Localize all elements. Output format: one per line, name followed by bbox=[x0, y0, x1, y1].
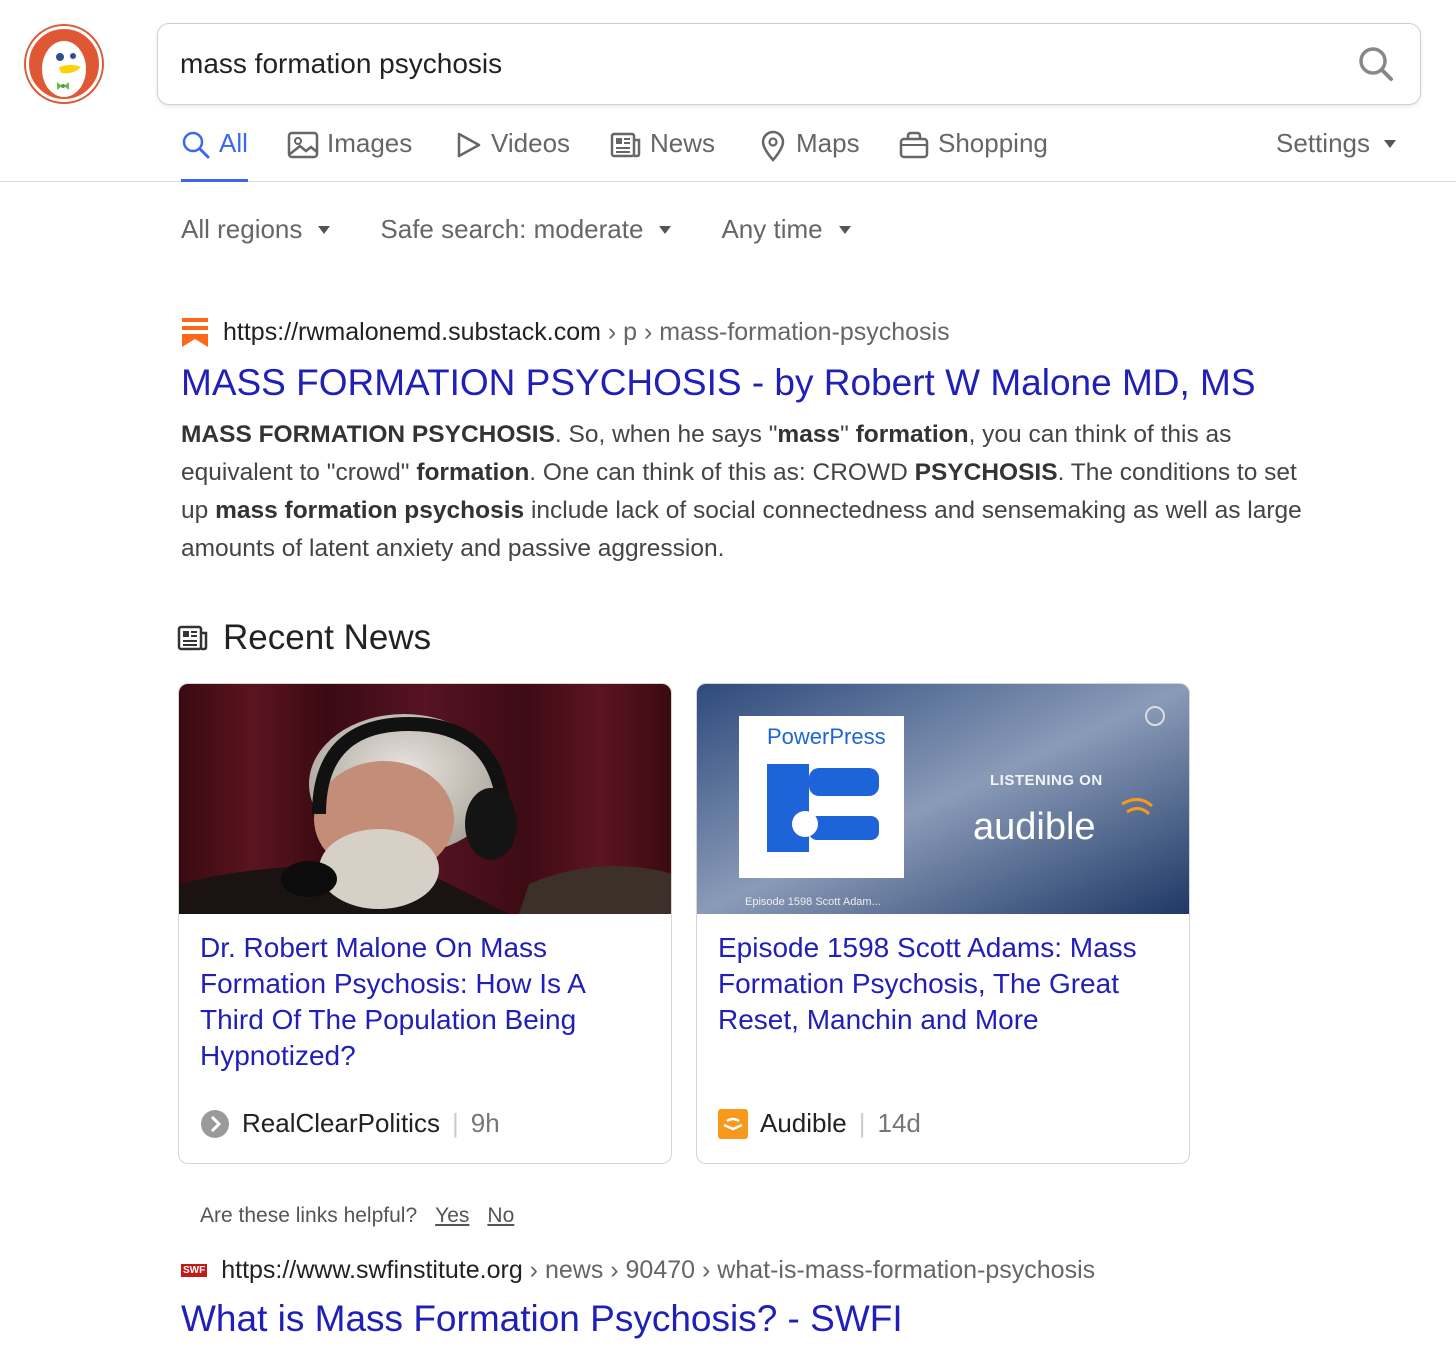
feedback-no-link[interactable]: No bbox=[487, 1204, 514, 1228]
snippet-segment: " bbox=[840, 421, 856, 448]
newspaper-icon bbox=[177, 625, 208, 651]
listening-on-label: LISTENING ON bbox=[990, 772, 1103, 789]
snippet-segment: MASS FORMATION PSYCHOSIS bbox=[181, 421, 555, 448]
recent-news-heading: Recent News bbox=[177, 618, 431, 658]
tab-all-label: All bbox=[219, 128, 248, 158]
feedback-question: Are these links helpful? bbox=[200, 1204, 418, 1227]
audible-favicon-icon bbox=[718, 1108, 748, 1139]
news-time: 9h bbox=[470, 1108, 500, 1138]
snippet-segment: formation bbox=[416, 459, 530, 486]
substack-favicon-icon bbox=[182, 318, 208, 347]
news-card-source: RealClearPolitics | 9h bbox=[200, 1108, 500, 1139]
safe-search-filter[interactable]: Safe search: moderate bbox=[380, 214, 672, 245]
snippet-segment: formation bbox=[855, 421, 969, 448]
tab-news-label: News bbox=[650, 128, 716, 158]
chevron-down-icon bbox=[318, 226, 331, 234]
tab-shopping-label: Shopping bbox=[938, 128, 1048, 158]
tab-images[interactable]: Images bbox=[287, 128, 412, 182]
separator: | bbox=[451, 1108, 459, 1138]
news-card-title[interactable]: Dr. Robert Malone On Mass Formation Psyc… bbox=[200, 930, 640, 1074]
result-domain: https://www.swfinstitute.org bbox=[221, 1255, 523, 1284]
search-icon bbox=[182, 131, 210, 159]
result-url[interactable]: https://rwmalonemd.substack.com › p › ma… bbox=[181, 312, 1311, 352]
tab-maps[interactable]: Maps bbox=[758, 128, 860, 182]
settings-dropdown[interactable]: Settings bbox=[1276, 128, 1396, 159]
time-filter[interactable]: Any time bbox=[721, 214, 851, 245]
tab-videos[interactable]: Videos bbox=[453, 128, 570, 182]
search-filters: All regions Safe search: moderate Any ti… bbox=[181, 214, 851, 245]
chevron-down-icon bbox=[659, 226, 672, 234]
news-card[interactable]: PowerPress LISTENING ON audible Episode … bbox=[696, 683, 1190, 1164]
snippet-segment: mass formation psychosis bbox=[215, 497, 525, 524]
news-card-title[interactable]: Episode 1598 Scott Adams: Mass Formation… bbox=[718, 930, 1158, 1038]
tab-images-label: Images bbox=[327, 128, 413, 158]
image-icon bbox=[287, 131, 319, 159]
result-title-link[interactable]: What is Mass Formation Psychosis? - SWFI bbox=[181, 1298, 1381, 1340]
powerpress-label: PowerPress bbox=[767, 724, 886, 749]
separator: | bbox=[858, 1108, 866, 1138]
chevron-down-icon bbox=[838, 226, 851, 234]
tab-all[interactable]: All bbox=[181, 128, 248, 182]
tab-maps-label: Maps bbox=[796, 128, 860, 158]
chevron-down-icon bbox=[1384, 140, 1396, 148]
search-input[interactable] bbox=[180, 44, 1330, 84]
feedback-yes-link[interactable]: Yes bbox=[435, 1204, 469, 1228]
news-time: 14d bbox=[877, 1108, 921, 1138]
search-result: SWF https://www.swfinstitute.org › news … bbox=[181, 1250, 1381, 1340]
result-url[interactable]: SWF https://www.swfinstitute.org › news … bbox=[181, 1250, 1381, 1290]
result-snippet: MASS FORMATION PSYCHOSIS. So, when he sa… bbox=[181, 416, 1311, 568]
search-icon bbox=[1359, 47, 1393, 81]
news-thumbnail: PowerPress LISTENING ON audible Episode … bbox=[697, 684, 1189, 914]
snippet-segment: . So, when he says " bbox=[554, 421, 778, 448]
news-source-name: Audible bbox=[760, 1108, 847, 1138]
search-button[interactable] bbox=[1356, 44, 1396, 84]
tab-videos-label: Videos bbox=[491, 128, 571, 158]
search-tabs: All Images Videos News Maps Shopping Set… bbox=[0, 120, 1456, 182]
duck-icon bbox=[42, 41, 86, 97]
result-title-link[interactable]: MASS FORMATION PSYCHOSIS - by Robert W M… bbox=[181, 362, 1311, 404]
search-box[interactable] bbox=[157, 23, 1421, 105]
snippet-segment: PSYCHOSIS bbox=[914, 459, 1058, 486]
feedback-prompt: Are these links helpful? Yes No bbox=[200, 1204, 514, 1228]
map-pin-icon bbox=[761, 130, 785, 162]
snippet-segment: mass bbox=[777, 421, 841, 448]
duckduckgo-logo[interactable] bbox=[26, 26, 102, 102]
newspaper-icon bbox=[610, 132, 641, 158]
region-filter[interactable]: All regions bbox=[181, 214, 331, 245]
time-filter-label: Any time bbox=[721, 214, 823, 244]
search-result: https://rwmalonemd.substack.com › p › ma… bbox=[181, 312, 1311, 568]
result-path: › p › mass-formation-psychosis bbox=[600, 317, 950, 346]
recent-news-title: Recent News bbox=[223, 618, 432, 657]
play-circle-icon bbox=[201, 1109, 229, 1138]
tab-shopping[interactable]: Shopping bbox=[898, 128, 1048, 182]
swf-favicon-icon: SWF bbox=[181, 1263, 208, 1277]
news-card-source: Audible | 14d bbox=[718, 1108, 921, 1139]
region-filter-label: All regions bbox=[181, 214, 303, 244]
result-domain: https://rwmalonemd.substack.com bbox=[223, 317, 601, 346]
news-thumbnail bbox=[179, 684, 671, 914]
episode-caption: Episode 1598 Scott Adam... bbox=[745, 896, 881, 908]
audible-wordmark: audible bbox=[973, 806, 1096, 848]
result-path: › news › 90470 › what-is-mass-formation-… bbox=[522, 1255, 1096, 1284]
tab-news[interactable]: News bbox=[610, 128, 715, 182]
news-card[interactable]: Dr. Robert Malone On Mass Formation Psyc… bbox=[178, 683, 672, 1164]
snippet-segment: . One can think of this as: CROWD bbox=[529, 459, 915, 486]
news-source-name: RealClearPolitics bbox=[242, 1108, 440, 1138]
settings-label: Settings bbox=[1276, 128, 1370, 158]
shopping-bag-icon bbox=[899, 131, 929, 159]
safe-search-label: Safe search: moderate bbox=[380, 214, 644, 244]
play-icon bbox=[457, 132, 481, 158]
